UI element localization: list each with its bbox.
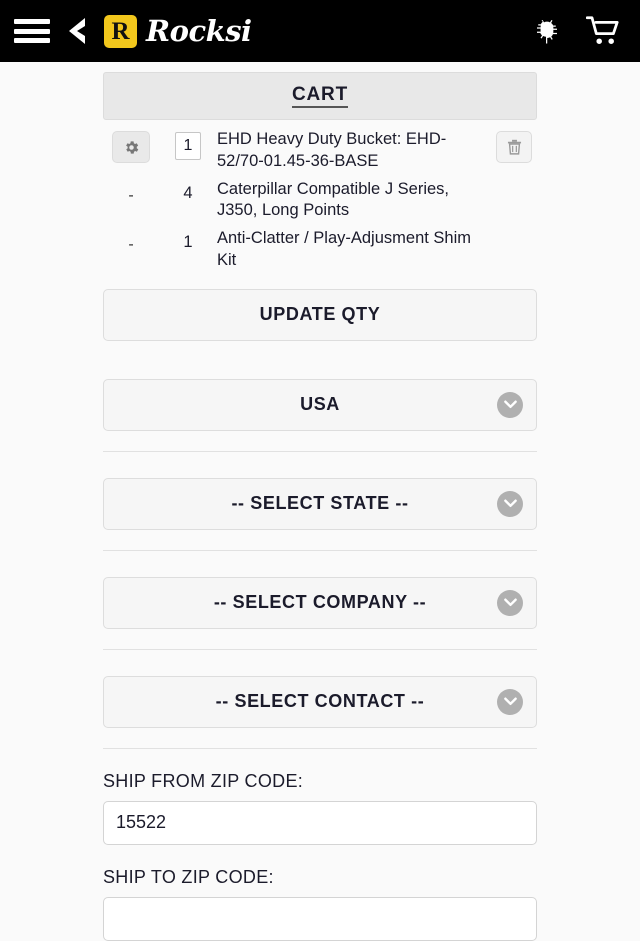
- hamburger-menu-icon[interactable]: [14, 17, 50, 45]
- chevron-down-icon: [497, 688, 523, 715]
- hamburger-bar: [14, 19, 50, 24]
- cart-panel-header: CART: [103, 72, 537, 120]
- page-body: CART EHD Heavy Duty Bucket: EHD-52/70-01…: [0, 72, 640, 941]
- ship-to-zip-label: SHIP TO ZIP CODE:: [103, 866, 274, 887]
- update-qty-button[interactable]: UPDATE QTY: [103, 288, 537, 341]
- table-row: - 1 Anti-Clatter / Play-Adjusment Shim K…: [103, 225, 537, 275]
- update-qty-label: UPDATE QTY: [259, 304, 381, 325]
- item-description: Caterpillar Compatible J Series, J350, L…: [217, 179, 450, 220]
- row-qty-cell: [159, 129, 217, 160]
- sub-item-qty: 1: [183, 233, 193, 252]
- row-action-cell: -: [103, 179, 159, 211]
- ship-from-zip-input[interactable]: [103, 800, 537, 845]
- row-delete-cell: [491, 129, 537, 163]
- site-logo[interactable]: R Rocksi: [104, 14, 252, 48]
- sub-item-dash: -: [128, 236, 134, 254]
- table-row: - 4 Caterpillar Compatible J Series, J35…: [103, 176, 537, 226]
- row-action-cell: -: [103, 228, 159, 260]
- company-select-label: -- SELECT COMPANY --: [213, 592, 427, 613]
- gear-icon[interactable]: [112, 131, 150, 163]
- country-select-label: USA: [300, 394, 340, 415]
- item-description: EHD Heavy Duty Bucket: EHD-52/70-01.45-3…: [217, 130, 447, 170]
- shopping-cart-icon[interactable]: [586, 15, 622, 47]
- state-select[interactable]: -- SELECT STATE --: [103, 477, 537, 530]
- logo-mark: R: [104, 14, 137, 48]
- cart-item-list: EHD Heavy Duty Bucket: EHD-52/70-01.45-3…: [103, 120, 537, 275]
- table-row: EHD Heavy Duty Bucket: EHD-52/70-01.45-3…: [103, 126, 537, 176]
- contact-select-label: -- SELECT CONTACT --: [215, 691, 425, 712]
- chevron-down-icon: [497, 391, 523, 418]
- trash-icon[interactable]: [496, 131, 532, 163]
- section-divider: [103, 450, 537, 452]
- contact-select[interactable]: -- SELECT CONTACT --: [103, 675, 537, 728]
- item-description: Anti-Clatter / Play-Adjusment Shim Kit: [217, 229, 472, 269]
- ship-from-zip-label: SHIP FROM ZIP CODE:: [103, 770, 304, 791]
- sub-item-qty: 4: [183, 183, 193, 202]
- logo-text: Rocksi: [146, 14, 252, 48]
- row-delete-cell: [491, 228, 537, 230]
- back-chevron-icon[interactable]: [64, 14, 90, 48]
- company-select[interactable]: -- SELECT COMPANY --: [103, 576, 537, 629]
- section-divider: [103, 549, 537, 551]
- section-divider: [103, 648, 537, 650]
- top-navigation-bar: R Rocksi: [0, 0, 640, 62]
- chevron-down-icon: [497, 490, 523, 517]
- row-delete-cell: [491, 179, 537, 181]
- bug-icon[interactable]: [532, 16, 562, 46]
- ship-to-zip-input[interactable]: [103, 896, 537, 941]
- chevron-down-icon: [497, 589, 523, 616]
- section-divider: [103, 747, 537, 749]
- sub-item-dash: -: [128, 186, 134, 204]
- topbar-left-group: R Rocksi: [14, 14, 252, 48]
- country-select[interactable]: USA: [103, 378, 537, 431]
- hamburger-bar: [14, 38, 50, 43]
- state-select-label: -- SELECT STATE --: [231, 493, 409, 514]
- topbar-right-group: [532, 15, 622, 47]
- quantity-input[interactable]: [175, 132, 201, 160]
- page-title: CART: [292, 85, 348, 108]
- row-action-cell: [103, 129, 159, 163]
- hamburger-bar: [14, 28, 50, 34]
- content-column: CART EHD Heavy Duty Bucket: EHD-52/70-01…: [103, 72, 537, 941]
- row-qty-cell: 4: [159, 179, 217, 205]
- row-qty-cell: 1: [159, 228, 217, 254]
